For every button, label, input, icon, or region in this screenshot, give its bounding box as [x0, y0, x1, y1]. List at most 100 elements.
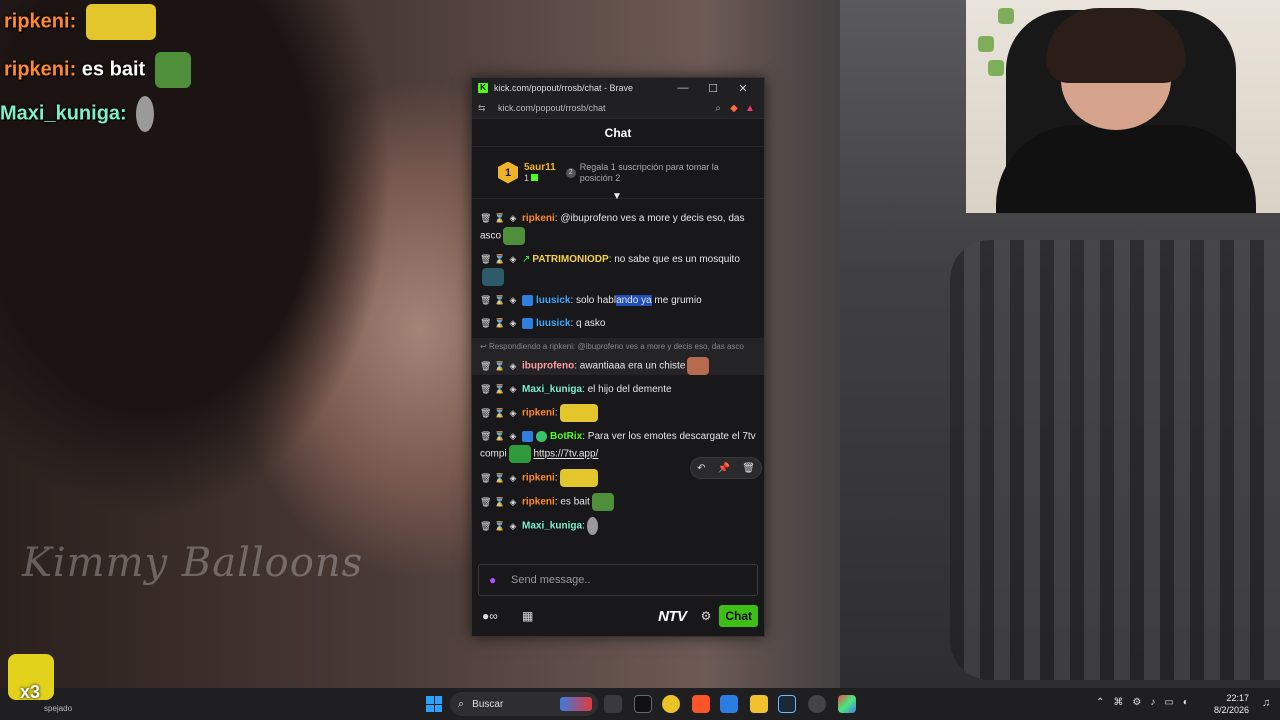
chat-username[interactable]: ripkeni — [522, 213, 555, 224]
store-icon[interactable]: ▦ — [522, 609, 552, 623]
overlay-chat-line: Maxi_kuniga: — [0, 96, 155, 132]
chat-link[interactable]: https://7tv.app/ — [533, 449, 598, 460]
shield-icon[interactable]: ◈ — [508, 494, 518, 511]
trash-icon[interactable]: 🗑 — [480, 251, 491, 268]
microphone-icon[interactable]: ● — [489, 573, 503, 587]
reply-reference[interactable]: ↩ Respondiendo a ripkeni: @ibuprofeno ve… — [480, 338, 764, 355]
channel-points-icon[interactable]: ●∞ — [482, 609, 522, 623]
trash-icon[interactable]: 🗑 — [480, 381, 491, 398]
shield-icon[interactable]: ◈ — [508, 210, 518, 227]
timeout-icon[interactable]: ⌛ — [494, 315, 505, 332]
trash-icon[interactable]: 🗑 — [480, 518, 491, 535]
chat-username[interactable]: ibuprofeno — [522, 361, 574, 372]
timeout-icon[interactable]: ⌛ — [494, 518, 505, 535]
timeout-icon[interactable]: ⌛ — [494, 494, 505, 511]
shield-icon[interactable]: ◈ — [508, 428, 518, 445]
timeout-icon[interactable]: ⌛ — [494, 358, 505, 375]
chat-message-input[interactable] — [511, 574, 731, 586]
shield-icon[interactable]: ◈ — [508, 470, 518, 487]
chat-username[interactable]: ripkeni — [522, 408, 555, 419]
clock-time: 22:17 — [1226, 693, 1250, 703]
trash-icon[interactable]: 🗑 — [480, 315, 491, 332]
ntv-label[interactable]: NTV — [658, 608, 687, 625]
window-titlebar: K kick.com/popout/rrosb/chat - Brave — ☐… — [472, 78, 764, 98]
stream-video-pattern — [950, 240, 1280, 680]
steam-icon[interactable] — [778, 695, 796, 713]
trash-icon[interactable]: 🗑 — [480, 405, 491, 422]
file-explorer-window-icon[interactable] — [604, 695, 622, 713]
windows-taskbar: x3 spejado ⌕ Buscar ⌃⌘⚙♪▭◐ 22:17 8/2/202… — [0, 654, 1280, 720]
shield-icon[interactable]: ◈ — [508, 315, 518, 332]
collapse-arrow-icon[interactable]: ▼ — [612, 191, 622, 202]
brave-rewards-icon[interactable]: ▲ — [742, 103, 758, 114]
chat-message: 🗑 ⌛ ◈ Maxi_kuniga: — [480, 517, 756, 535]
chat-username[interactable]: PATRIMONIODP — [532, 254, 608, 265]
site-info-icon[interactable]: ⇆ — [478, 103, 494, 114]
trash-icon[interactable]: 🗑 — [480, 428, 491, 445]
timeout-icon[interactable]: ⌛ — [494, 405, 505, 422]
shield-icon[interactable]: ◈ — [508, 518, 518, 535]
taskbar-search[interactable]: ⌕ Buscar — [450, 692, 598, 716]
pin-icon[interactable]: 📌 — [718, 460, 730, 477]
chat-message: 🗑 ⌛ ◈ ripkeni: es bait — [480, 493, 756, 511]
chat-username[interactable]: BotRix — [550, 431, 582, 442]
frog-emote-icon — [591, 493, 614, 511]
chrome-icon[interactable] — [662, 695, 680, 713]
brave-browser-icon[interactable] — [692, 695, 710, 713]
chat-message: 🗑 ⌛ ◈ ↗ PATRIMONIODP: no sabe que es un mosq… — [480, 251, 756, 286]
microsoft-store-icon[interactable] — [720, 695, 738, 713]
minimize-button[interactable]: — — [668, 82, 698, 94]
close-button[interactable]: ✕ — [728, 82, 758, 95]
shield-icon[interactable]: ◈ — [508, 292, 518, 309]
reply-icon[interactable]: ↶ — [697, 460, 705, 477]
url-text[interactable]: kick.com/popout/rrosb/chat — [498, 103, 710, 113]
clock-date: 8/2/2026 — [1214, 705, 1250, 715]
gifter-count: 1 — [524, 172, 530, 183]
timeout-icon[interactable]: ⌛ — [494, 210, 505, 227]
trash-icon[interactable]: 🗑 — [480, 470, 491, 487]
zoom-icon[interactable]: ⌕ — [710, 103, 726, 114]
chat-username[interactable]: Maxi_kuniga — [522, 521, 582, 532]
chat-text: : — [554, 472, 558, 484]
gift-prompt[interactable]: 2 Regala 1 suscripción para tomar la pos… — [565, 162, 736, 184]
notification-bell-icon[interactable]: ♫ — [1262, 697, 1270, 709]
chat-popup-window: K kick.com/popout/rrosb/chat - Brave — ☐… — [471, 77, 765, 637]
chat-username[interactable]: luusick — [536, 295, 570, 306]
brave-shields-icon[interactable]: ◆ — [726, 103, 742, 114]
timeout-icon[interactable]: ⌛ — [494, 381, 505, 398]
trash-icon[interactable]: 🗑 — [480, 210, 491, 227]
trash-icon[interactable]: 🗑 — [480, 292, 491, 309]
minion-emote-icon — [559, 404, 598, 422]
search-highlight-image — [560, 697, 592, 711]
trash-icon[interactable]: 🗑 — [480, 494, 491, 511]
obs-icon[interactable] — [808, 695, 826, 713]
shield-icon[interactable]: ◈ — [508, 405, 518, 422]
delete-icon[interactable]: 🗑 — [742, 460, 755, 477]
chat-username[interactable]: Maxi_kuniga — [522, 384, 582, 395]
maximize-button[interactable]: ☐ — [698, 82, 728, 95]
app-icon[interactable] — [838, 695, 856, 713]
windows-start-icon[interactable] — [426, 696, 442, 712]
chat-username[interactable]: ripkeni — [522, 473, 555, 484]
mosquito-emote-icon — [482, 268, 504, 286]
top-gifter[interactable]: 5aur11 1 — [524, 162, 556, 184]
send-chat-button[interactable]: Chat — [719, 605, 758, 627]
shield-icon[interactable]: ◈ — [508, 251, 518, 268]
chat-username[interactable]: ripkeni — [522, 497, 555, 508]
timeout-icon[interactable]: ⌛ — [494, 428, 505, 445]
timeout-icon[interactable]: ⌛ — [494, 251, 505, 268]
timeout-icon[interactable]: ⌛ — [494, 292, 505, 309]
overlay-separator: : — [69, 10, 77, 33]
chat-username[interactable]: luusick — [536, 318, 570, 329]
system-tray-icons[interactable]: ⌃⌘⚙♪▭◐ — [1096, 697, 1198, 708]
timeout-icon[interactable]: ⌛ — [494, 470, 505, 487]
address-bar: ⇆ kick.com/popout/rrosb/chat ⌕ ◆ ▲ — [472, 98, 764, 119]
shield-icon[interactable]: ◈ — [508, 381, 518, 398]
gear-icon[interactable]: ⚙ — [701, 609, 712, 623]
shield-icon[interactable]: ◈ — [508, 358, 518, 375]
taskbar-clock[interactable]: 22:17 8/2/2026 — [1214, 692, 1249, 716]
epic-games-icon[interactable] — [634, 695, 652, 713]
trash-icon[interactable]: 🗑 — [480, 358, 491, 375]
folder-icon[interactable] — [750, 695, 768, 713]
subscriber-badge-icon — [522, 430, 533, 442]
